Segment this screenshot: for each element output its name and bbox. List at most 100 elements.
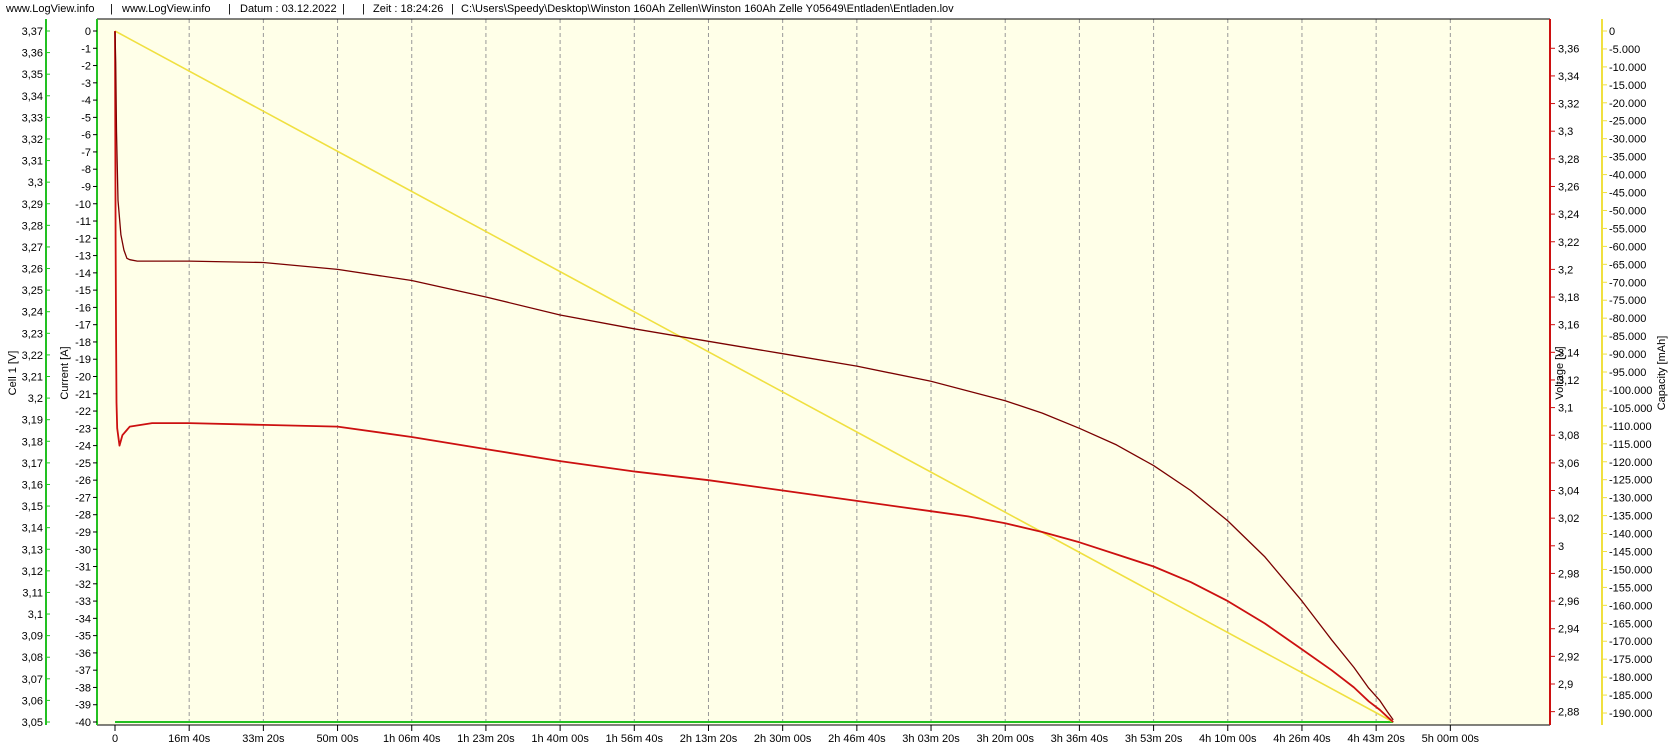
- capacity-axis-tick-label-31: -155.000: [1609, 582, 1652, 594]
- cell-axis-tick-label-5: 3,32: [22, 134, 43, 146]
- capacity-axis-tick-label-16: -80.000: [1609, 313, 1646, 325]
- cell-axis-tick-label-12: 3,25: [22, 285, 43, 297]
- current-axis-tick-label-40: -40: [75, 717, 91, 729]
- cell-axis-tick-label-30: 3,07: [22, 674, 43, 686]
- current-axis-tick-label-25: -25: [75, 458, 91, 470]
- cell-axis-tick-label-20: 3,17: [22, 458, 43, 470]
- capacity-axis-tick-label-7: -35.000: [1609, 152, 1646, 164]
- cell-axis-tick-label-14: 3,23: [22, 328, 43, 340]
- capacity-axis-tick-label-14: -70.000: [1609, 277, 1646, 289]
- voltage-axis-tick-label-13: 3,1: [1558, 403, 1573, 415]
- cell-axis-label: Cell 1 [V]: [7, 351, 19, 396]
- current-axis-tick-label-39: -39: [75, 700, 91, 712]
- current-axis-tick-label-35: -35: [75, 631, 91, 643]
- voltage-axis-tick-label-4: 3,28: [1558, 154, 1579, 166]
- capacity-axis-tick-label-24: -120.000: [1609, 457, 1652, 469]
- x-tick-label-5: 1h 23m 20s: [457, 733, 515, 745]
- cell-axis-tick-label-11: 3,26: [22, 264, 43, 276]
- voltage-axis-tick-label-6: 3,24: [1558, 209, 1579, 221]
- voltage-axis-tick-label-8: 3,2: [1558, 264, 1573, 276]
- cell-axis-tick-label-7: 3,3: [28, 177, 43, 189]
- voltage-axis-tick-label-16: 3,04: [1558, 486, 1579, 498]
- cell-axis-tick-label-8: 3,29: [22, 199, 43, 211]
- current-axis-tick-label-3: -3: [81, 78, 91, 90]
- current-axis-tick-label-14: -14: [75, 268, 91, 280]
- x-tick-label-16: 4h 26m 40s: [1273, 733, 1331, 745]
- capacity-axis-tick-label-13: -65.000: [1609, 259, 1646, 271]
- x-tick-label-10: 2h 46m 40s: [828, 733, 886, 745]
- plot-area: [97, 19, 1550, 725]
- cell-axis-tick-label-10: 3,27: [22, 242, 43, 254]
- cell-axis-tick-label-31: 3,06: [22, 695, 43, 707]
- current-axis-tick-label-22: -22: [75, 406, 91, 418]
- voltage-axis-label: Voltage [V]: [1554, 346, 1566, 399]
- capacity-axis-tick-label-30: -150.000: [1609, 564, 1652, 576]
- capacity-axis-tick-label-32: -160.000: [1609, 600, 1652, 612]
- cell-axis-tick-label-3: 3,34: [22, 91, 43, 103]
- capacity-axis-tick-label-34: -170.000: [1609, 636, 1652, 648]
- x-tick-label-6: 1h 40m 00s: [531, 733, 589, 745]
- header-separator-5: |: [451, 3, 454, 15]
- voltage-axis-tick-label-17: 3,02: [1558, 513, 1579, 525]
- current-axis-tick-label-20: -20: [75, 372, 91, 384]
- x-tick-label-14: 3h 53m 20s: [1125, 733, 1183, 745]
- current-axis-tick-label-4: -4: [81, 95, 91, 107]
- current-axis-tick-label-1: -1: [81, 43, 91, 55]
- capacity-axis-tick-label-21: -105.000: [1609, 403, 1652, 415]
- capacity-axis-tick-label-1: -5.000: [1609, 44, 1640, 56]
- cell-axis-tick-label-13: 3,24: [22, 307, 43, 319]
- current-axis-tick-label-9: -9: [81, 181, 91, 193]
- x-tick-label-4: 1h 06m 40s: [383, 733, 441, 745]
- cell-axis-tick-label-24: 3,13: [22, 544, 43, 556]
- cell-axis-tick-label-9: 3,28: [22, 220, 43, 232]
- capacity-axis-tick-label-25: -125.000: [1609, 475, 1652, 487]
- current-axis-tick-label-0: 0: [85, 26, 91, 38]
- x-tick-label-0: 0: [112, 733, 118, 745]
- current-axis-tick-label-18: -18: [75, 337, 91, 349]
- capacity-axis-tick-label-4: -20.000: [1609, 98, 1646, 110]
- voltage-axis-tick-label-10: 3,16: [1558, 320, 1579, 332]
- voltage-axis-tick-label-9: 3,18: [1558, 292, 1579, 304]
- current-axis-tick-label-11: -11: [76, 216, 91, 228]
- current-axis-tick-label-7: -7: [81, 147, 91, 159]
- cell-axis-tick-label-15: 3,22: [22, 350, 43, 362]
- cell-axis-tick-label-27: 3,1: [28, 609, 43, 621]
- capacity-axis-tick-label-18: -90.000: [1609, 349, 1646, 361]
- current-axis-tick-label-33: -33: [75, 596, 91, 608]
- cell-axis-tick-label-4: 3,33: [22, 112, 43, 124]
- capacity-axis-tick-label-0: 0: [1609, 26, 1615, 38]
- voltage-axis-tick-label-21: 2,94: [1558, 624, 1579, 636]
- header-bar: www.LogView.info | www.LogView.info | Da…: [5, 3, 954, 15]
- capacity-axis-tick-label-29: -145.000: [1609, 546, 1652, 558]
- capacity-axis-tick-label-15: -75.000: [1609, 295, 1646, 307]
- voltage-axis-tick-label-20: 2,96: [1558, 596, 1579, 608]
- current-axis-label: Current [A]: [59, 346, 71, 399]
- capacity-axis-tick-label-5: -25.000: [1609, 116, 1646, 128]
- capacity-axis-tick-label-26: -130.000: [1609, 493, 1652, 505]
- header-time: Zeit : 18:24:26: [373, 3, 443, 15]
- capacity-axis-label: Capacity [mAh]: [1656, 336, 1668, 411]
- x-tick-label-9: 2h 30m 00s: [754, 733, 812, 745]
- voltage-axis-tick-label-2: 3,32: [1558, 99, 1579, 111]
- voltage-axis-tick-label-19: 2,98: [1558, 568, 1579, 580]
- cell-axis-tick-label-28: 3,09: [22, 631, 43, 643]
- current-axis-tick-label-16: -16: [75, 302, 91, 314]
- capacity-axis-tick-label-35: -175.000: [1609, 654, 1652, 666]
- cell-axis-tick-label-25: 3,12: [22, 566, 43, 578]
- cell-axis-tick-label-22: 3,15: [22, 501, 43, 513]
- current-axis-tick-label-32: -32: [75, 579, 91, 591]
- header-separator-2: |: [228, 3, 231, 15]
- current-axis-tick-label-28: -28: [75, 510, 91, 522]
- current-axis-tick-label-8: -8: [81, 164, 91, 176]
- capacity-axis-tick-label-2: -10.000: [1609, 62, 1646, 74]
- cell-axis-tick-label-0: 3,37: [22, 26, 43, 38]
- cell-axis-tick-label-23: 3,14: [22, 523, 43, 535]
- current-axis-tick-label-27: -27: [75, 492, 91, 504]
- current-axis-tick-label-34: -34: [75, 613, 91, 625]
- cell-axis-tick-label-1: 3,36: [22, 48, 43, 60]
- x-tick-label-15: 4h 10m 00s: [1199, 733, 1257, 745]
- current-axis-tick-label-36: -36: [75, 648, 91, 660]
- x-tick-label-17: 4h 43m 20s: [1347, 733, 1405, 745]
- voltage-axis-tick-label-23: 2,9: [1558, 679, 1573, 691]
- current-axis-tick-label-13: -13: [75, 251, 91, 263]
